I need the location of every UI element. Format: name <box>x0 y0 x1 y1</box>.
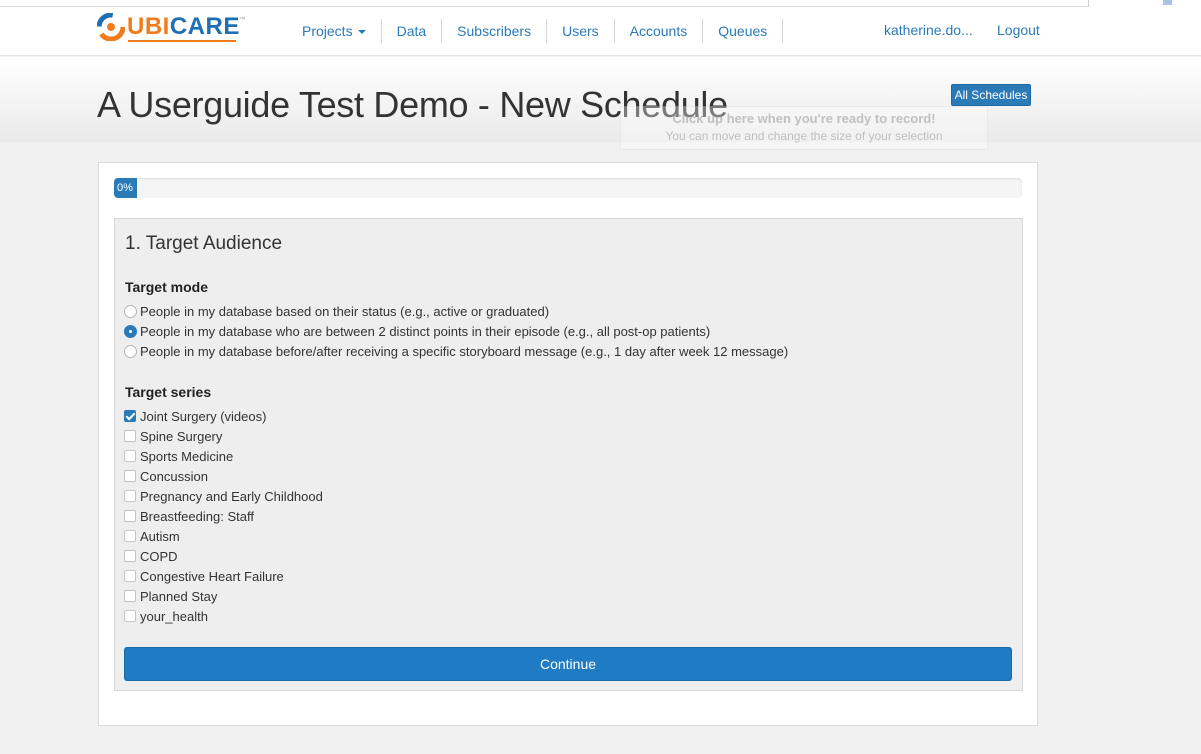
target-series-checkbox[interactable] <box>124 610 136 622</box>
logo-ubi: UBI <box>127 13 170 40</box>
top-strip-scroll-marker <box>1163 0 1172 5</box>
target-mode-label: Target mode <box>125 279 208 295</box>
target-mode-option[interactable]: People in my database before/after recei… <box>124 342 788 360</box>
target-mode-option-label: People in my database based on their sta… <box>140 303 550 319</box>
target-series-option-label: Concussion <box>140 468 208 484</box>
target-series-option[interactable]: Congestive Heart Failure <box>124 567 284 585</box>
progress-label: 0% <box>117 182 133 194</box>
main-nav: Projects Data Subscribers Users Accounts… <box>294 18 784 44</box>
target-series-option-label: Pregnancy and Early Childhood <box>140 488 323 504</box>
target-mode-radio[interactable] <box>124 324 137 338</box>
browser-top-strip <box>0 0 1201 8</box>
logo-trademark: ™ <box>239 17 246 23</box>
target-series-option-label: Spine Surgery <box>140 428 223 444</box>
target-series-option-label: Congestive Heart Failure <box>140 568 284 584</box>
nav-users[interactable]: Users <box>547 19 615 43</box>
target-series-option-label: Planned Stay <box>140 588 218 604</box>
progress-bar: 0% <box>114 178 1022 198</box>
nav-user-account[interactable]: katherine.do... <box>884 18 973 42</box>
target-series-option[interactable]: Spine Surgery <box>124 427 222 445</box>
target-series-option[interactable]: your_health <box>124 607 208 625</box>
target-series-option-label: Autism <box>140 528 180 544</box>
target-series-option[interactable]: Pregnancy and Early Childhood <box>124 487 323 505</box>
step-title: 1. Target Audience <box>125 233 283 254</box>
target-mode-option-label: People in my database before/after recei… <box>140 343 789 359</box>
top-strip-corner <box>1088 0 1089 7</box>
logo-swirl-icon <box>97 13 125 41</box>
target-audience-panel: 1. Target Audience Target mode People in… <box>114 218 1023 691</box>
target-series-checkbox[interactable] <box>124 570 136 582</box>
target-series-option[interactable]: Autism <box>124 527 180 545</box>
nav-projects[interactable]: Projects <box>294 19 382 43</box>
navbar: UBICARE ™ Projects Data Subscribers Users… <box>0 8 1201 56</box>
screen-record-overlay[interactable]: Click up here when you're ready to recor… <box>620 106 988 150</box>
target-series-checkbox[interactable] <box>124 410 136 422</box>
target-series-checkbox[interactable] <box>124 490 136 502</box>
ubicare-logo[interactable]: UBICARE ™ <box>97 10 245 44</box>
target-series-checkbox[interactable] <box>124 590 136 602</box>
target-series-option-label: COPD <box>140 548 178 564</box>
target-series-option-label: Breastfeeding: Staff <box>140 508 254 524</box>
chevron-down-icon <box>357 30 366 35</box>
target-mode-option[interactable]: People in my database who are between 2 … <box>124 322 710 340</box>
nav-data[interactable]: Data <box>382 19 443 43</box>
target-series-checkbox[interactable] <box>124 510 136 522</box>
target-series-option[interactable]: Breastfeeding: Staff <box>124 507 254 525</box>
all-schedules-button[interactable]: All Schedules <box>951 84 1031 106</box>
target-series-option[interactable]: Sports Medicine <box>124 447 233 465</box>
logo-underline <box>128 40 236 42</box>
nav-accounts[interactable]: Accounts <box>615 19 704 43</box>
logout-link[interactable]: Logout <box>997 18 1040 42</box>
logo-wordmark: UBICARE ™ <box>127 13 245 41</box>
record-overlay-line1: Click up here when you're ready to recor… <box>672 111 936 126</box>
continue-button[interactable]: Continue <box>124 647 1012 681</box>
target-series-checkbox[interactable] <box>124 430 136 442</box>
target-series-option[interactable]: Joint Surgery (videos) <box>124 407 266 425</box>
target-series-checkbox[interactable] <box>124 450 136 462</box>
target-series-checkbox[interactable] <box>124 550 136 562</box>
logo-care: CARE <box>169 13 240 40</box>
target-series-checkbox[interactable] <box>124 470 136 482</box>
target-series-option[interactable]: COPD <box>124 547 178 565</box>
target-series-option-label: Sports Medicine <box>140 448 234 464</box>
target-series-option[interactable]: Concussion <box>124 467 208 485</box>
target-mode-option[interactable]: People in my database based on their sta… <box>124 302 549 320</box>
target-series-checkbox[interactable] <box>124 530 136 542</box>
target-mode-option-label: People in my database who are between 2 … <box>140 323 711 339</box>
nav-projects-label: Projects <box>302 23 353 39</box>
target-mode-radio[interactable] <box>124 344 137 358</box>
nav-subscribers[interactable]: Subscribers <box>442 19 548 43</box>
target-series-label: Target series <box>125 384 212 400</box>
schedule-card: 0% 1. Target Audience Target mode People… <box>98 162 1038 726</box>
target-series-option-label: your_health <box>140 608 208 624</box>
target-mode-radio[interactable] <box>124 304 137 318</box>
target-series-option[interactable]: Planned Stay <box>124 587 217 605</box>
record-overlay-line2: You can move and change the size of your… <box>665 129 943 143</box>
nav-queues[interactable]: Queues <box>703 19 784 43</box>
top-strip-line <box>0 6 1088 7</box>
target-series-option-label: Joint Surgery (videos) <box>140 408 267 424</box>
